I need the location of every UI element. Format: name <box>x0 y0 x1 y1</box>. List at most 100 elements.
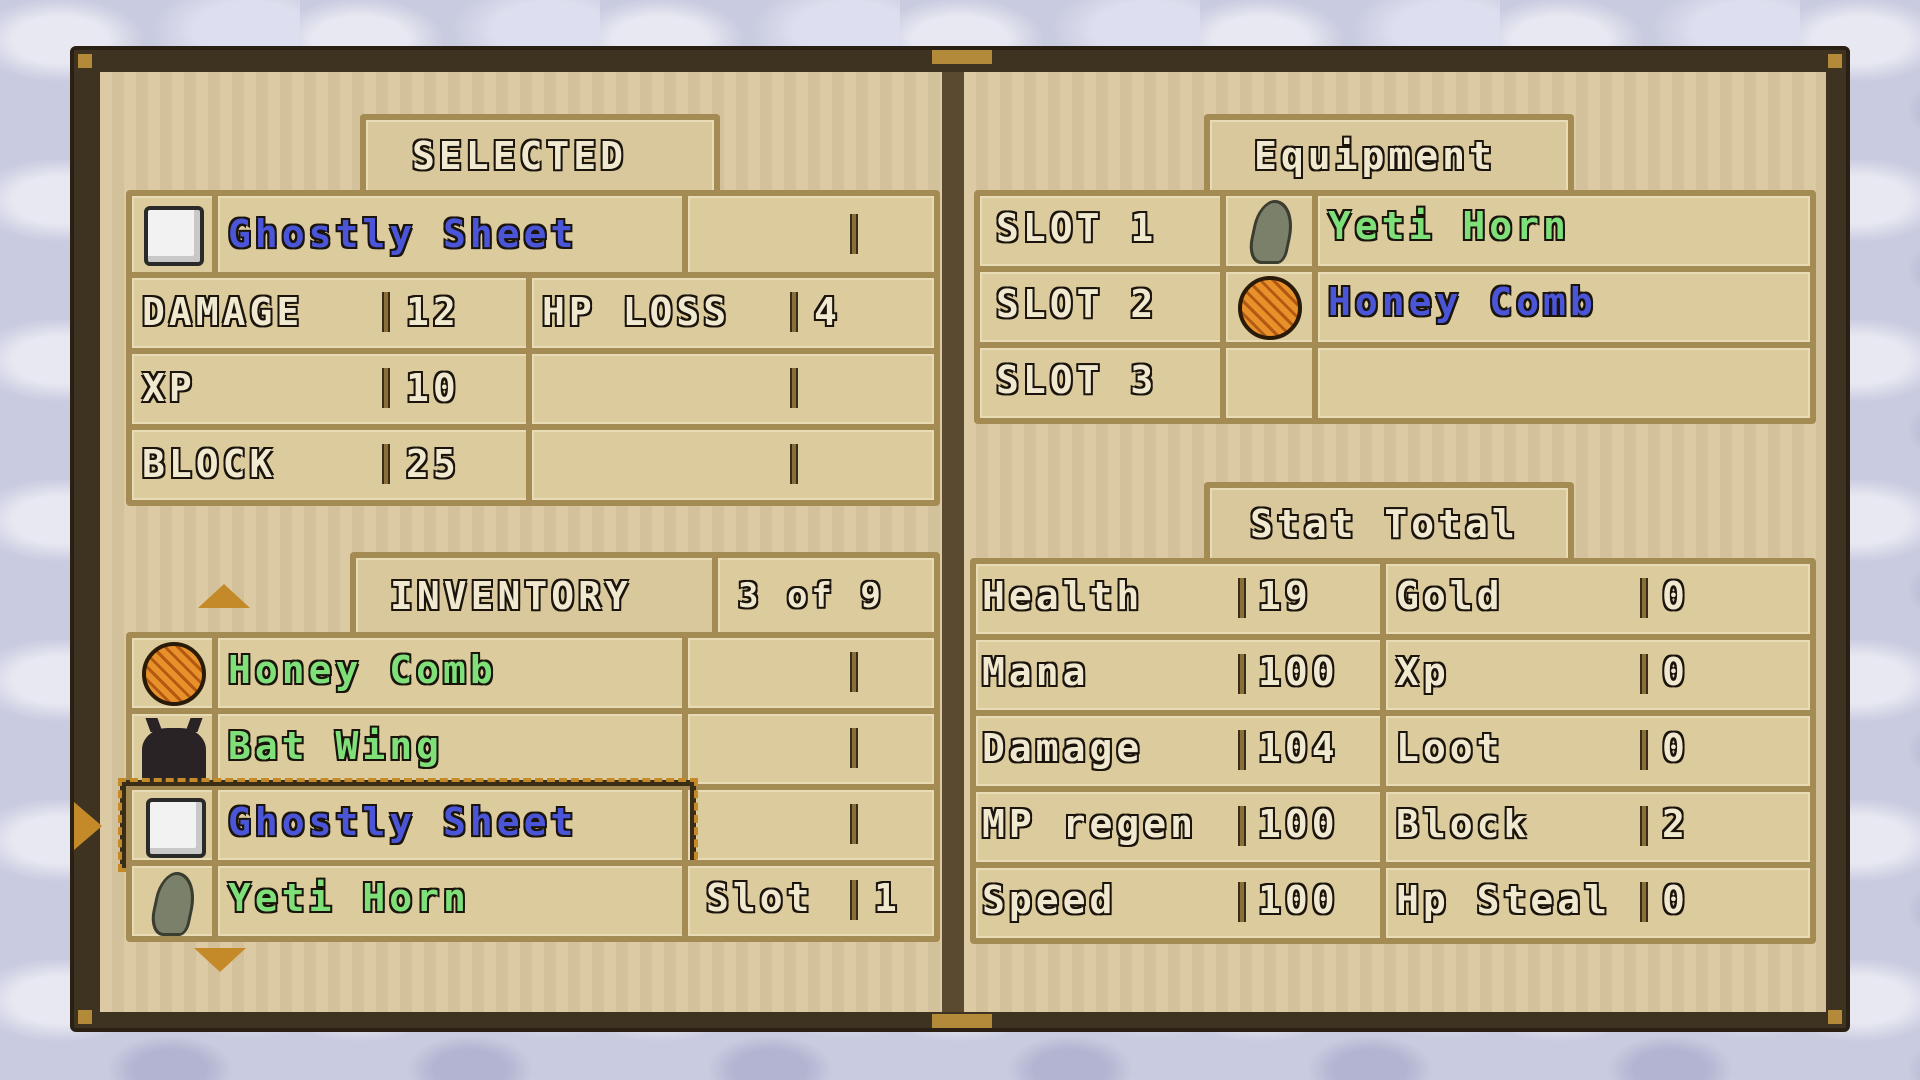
stat-total-label: Xp <box>1396 650 1450 694</box>
stat-total-label: Speed <box>982 878 1117 922</box>
stat-label: XP <box>142 366 196 410</box>
stat-total-row: Loot 0 <box>1380 710 1816 792</box>
equipment-header-label: Equipment <box>1254 134 1496 178</box>
stat-total-label: Health <box>982 574 1144 618</box>
stat-row-damage: DAMAGE 12 <box>126 272 534 354</box>
equipment-slot-label: SLOT 2 <box>996 282 1158 326</box>
separator <box>850 880 858 920</box>
equipment-icon-cell[interactable] <box>1220 266 1320 348</box>
separator <box>1238 578 1246 618</box>
separator <box>850 728 858 768</box>
stat-label: BLOCK <box>142 442 277 486</box>
equipment-icon-cell[interactable] <box>1220 342 1320 424</box>
book-corner <box>1828 1010 1842 1024</box>
equipment-item-cell[interactable]: Yeti Horn <box>1312 190 1816 272</box>
separator <box>382 368 390 408</box>
stat-total-label: Mana <box>982 650 1090 694</box>
stat-label: HP LOSS <box>542 290 731 334</box>
stat-total-value: 100 <box>1258 650 1339 694</box>
stat-total-row: Mana 100 <box>970 634 1388 716</box>
equipment-item-cell[interactable] <box>1312 342 1816 424</box>
separator <box>790 368 798 408</box>
stat-total-value: 0 <box>1662 650 1689 694</box>
separator <box>1640 806 1648 846</box>
selection-highlight <box>118 778 698 872</box>
left-page: SELECTED Ghostly Sheet DAMAGE 12 HP LOSS… <box>74 72 942 1012</box>
book-clasp <box>932 1014 992 1028</box>
stat-total-value: 2 <box>1662 802 1689 846</box>
yeti-horn-icon <box>147 872 201 936</box>
inventory-book: SELECTED Ghostly Sheet DAMAGE 12 HP LOSS… <box>70 46 1850 1032</box>
stat-row-block: BLOCK 25 <box>126 424 534 506</box>
equipment-slot-label: SLOT 1 <box>996 206 1158 250</box>
stat-total-value: 0 <box>1662 878 1689 922</box>
inventory-header-label: INVENTORY <box>390 574 632 618</box>
stat-label: DAMAGE <box>142 290 304 334</box>
inventory-item-name: Honey Comb <box>228 648 497 692</box>
separator <box>382 444 390 484</box>
inventory-header: INVENTORY <box>350 552 720 640</box>
selected-header-label: SELECTED <box>412 134 628 178</box>
bat-wing-icon <box>142 728 206 782</box>
separator <box>1640 730 1648 770</box>
equipment-item-name: Yeti Horn <box>1328 204 1570 248</box>
equipment-item-cell[interactable]: Honey Comb <box>1312 266 1816 348</box>
inventory-icon-cell[interactable] <box>126 708 220 790</box>
book-clasp <box>932 50 992 64</box>
separator <box>1238 806 1246 846</box>
stat-total-value: 100 <box>1258 802 1339 846</box>
separator <box>382 292 390 332</box>
inventory-item-name: Bat Wing <box>228 724 444 768</box>
equipment-icon-cell[interactable] <box>1220 190 1320 272</box>
inventory-icon-cell[interactable] <box>126 860 220 942</box>
separator <box>1640 654 1648 694</box>
equipment-slot-label-cell: SLOT 1 <box>974 190 1228 272</box>
yeti-horn-icon <box>1245 200 1299 264</box>
stat-total-value: 100 <box>1258 878 1339 922</box>
stat-total-label: MP regen <box>982 802 1198 846</box>
ghostly-sheet-icon <box>144 206 204 266</box>
scroll-down-arrow-icon[interactable] <box>194 948 246 972</box>
stat-total-label: Damage <box>982 726 1144 770</box>
inventory-item-row[interactable]: Honey Comb <box>212 632 690 714</box>
slot-value: 1 <box>874 876 901 920</box>
stat-value: 12 <box>406 290 460 334</box>
inventory-item-row[interactable]: Bat Wing <box>212 708 690 790</box>
inventory-item-row[interactable]: Yeti Horn <box>212 860 690 942</box>
stat-total-row: Xp 0 <box>1380 634 1816 716</box>
stat-total-value: 0 <box>1662 574 1689 618</box>
stat-row-xp: XP 10 <box>126 348 534 430</box>
stat-total-row: Block 2 <box>1380 786 1816 868</box>
stat-total-value: 104 <box>1258 726 1339 770</box>
honey-comb-icon <box>1238 276 1302 340</box>
inventory-slot-cell <box>682 632 940 714</box>
stat-row-empty <box>526 424 940 506</box>
separator <box>1640 882 1648 922</box>
stat-value: 25 <box>406 442 460 486</box>
separator <box>850 804 858 844</box>
separator <box>850 214 858 254</box>
inventory-icon-cell[interactable] <box>126 632 220 714</box>
separator <box>790 444 798 484</box>
separator <box>850 652 858 692</box>
inventory-slot-cell <box>682 784 940 866</box>
equipment-slot-label: SLOT 3 <box>996 358 1158 402</box>
inventory-item-name: Yeti Horn <box>228 876 470 920</box>
stat-total-row: Gold 0 <box>1380 558 1816 640</box>
selected-item-name: Ghostly Sheet <box>228 212 578 256</box>
book-corner <box>78 1010 92 1024</box>
stat-total-label: Block <box>1396 802 1531 846</box>
book-corner <box>78 54 92 68</box>
separator <box>1238 882 1246 922</box>
stat-total-value: 19 <box>1258 574 1312 618</box>
stat-total-row: MP regen 100 <box>970 786 1388 868</box>
stat-total-label: Hp Steal <box>1396 878 1612 922</box>
stat-total-value: 0 <box>1662 726 1689 770</box>
book-spine <box>942 72 964 1012</box>
selected-item-name-cell: Ghostly Sheet <box>212 190 690 280</box>
book-corner <box>1828 54 1842 68</box>
separator <box>1238 654 1246 694</box>
separator <box>1238 730 1246 770</box>
scroll-up-arrow-icon[interactable] <box>198 584 250 608</box>
equipment-slot-label-cell: SLOT 3 <box>974 342 1228 424</box>
